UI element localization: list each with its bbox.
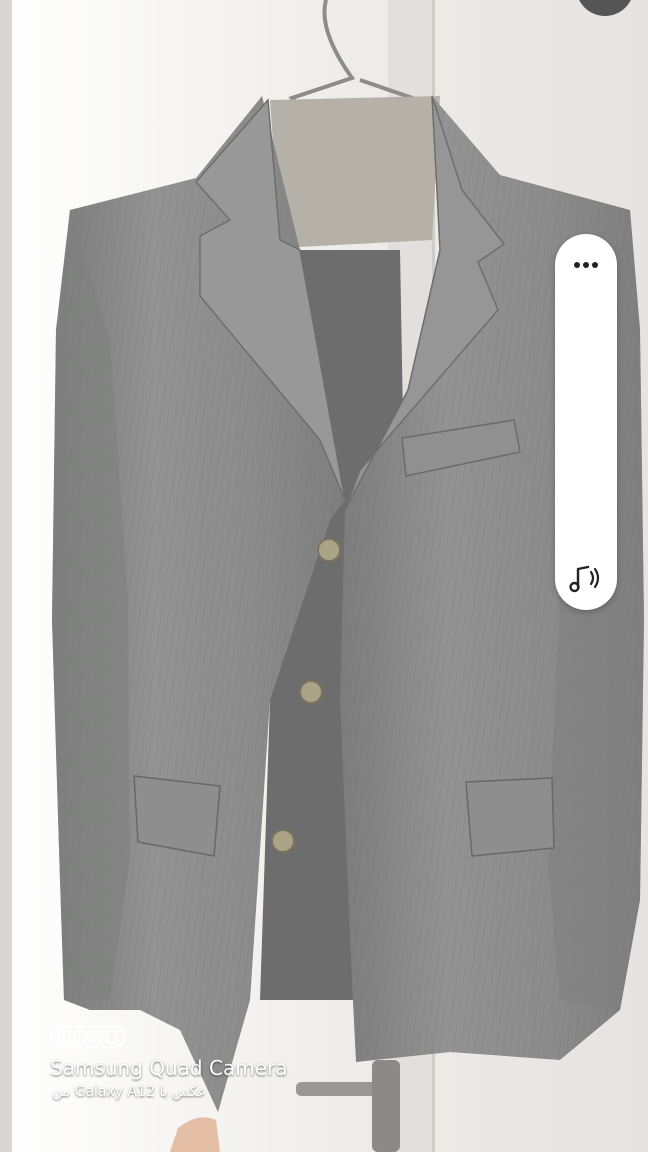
- photo: [0, 0, 648, 1152]
- right-flap-pocket: [465, 777, 555, 857]
- side-action-panel: [555, 234, 617, 610]
- jacket-button: [317, 538, 341, 562]
- sound-button[interactable]: [564, 556, 608, 600]
- camera-lenses-icon: [50, 1026, 126, 1048]
- camera-watermark: Samsung Quad Camera عکس با Galaxy A12 من: [50, 1026, 287, 1100]
- photo-suit-jacket: [0, 0, 648, 1152]
- more-options-button[interactable]: [566, 248, 606, 282]
- jacket-button: [299, 680, 323, 704]
- more-horizontal-icon: [574, 262, 580, 268]
- music-note-sound-icon: [569, 565, 600, 593]
- watermark-camera-name: Samsung Quad Camera: [50, 1056, 288, 1080]
- jacket-button: [271, 829, 295, 853]
- left-flap-pocket: [133, 775, 221, 857]
- watermark-device-caption: عکس با Galaxy A12 من: [52, 1084, 206, 1100]
